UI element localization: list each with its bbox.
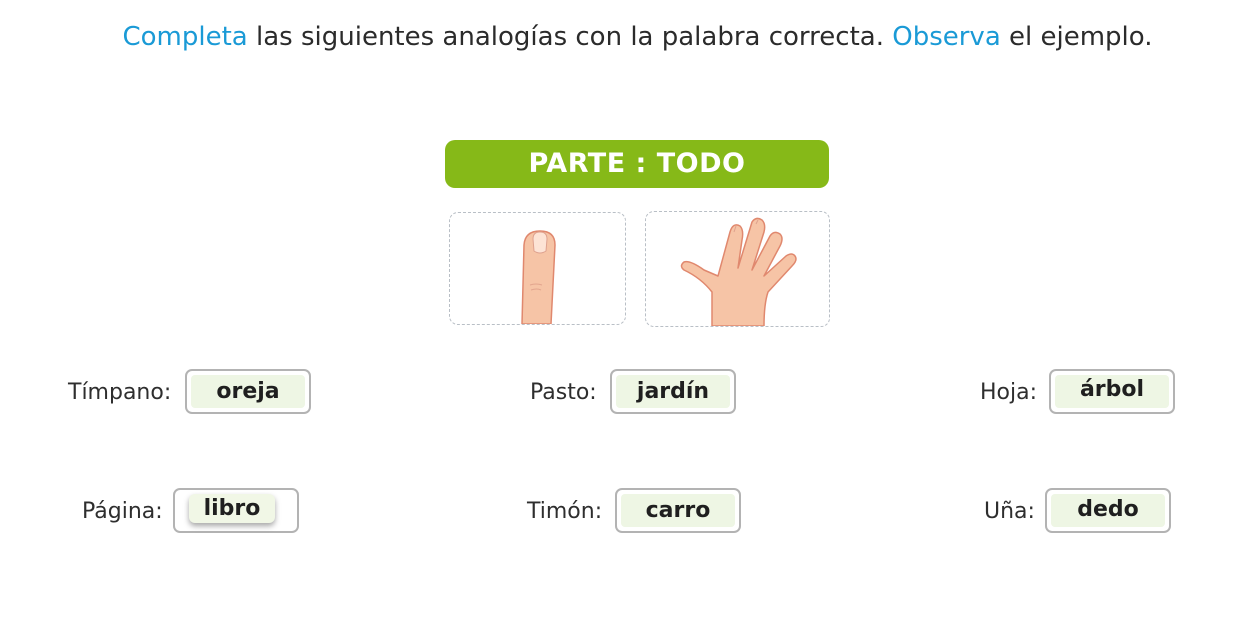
analogy-prompt-pasto: Pasto: bbox=[530, 380, 597, 405]
instruction-tail: el ejemplo. bbox=[1000, 22, 1153, 52]
hand-illustration bbox=[680, 217, 797, 326]
instruction-highlight-observe: Observa bbox=[892, 22, 1001, 52]
instruction-highlight-complete: Completa bbox=[122, 22, 248, 52]
answer-chip-libro[interactable]: libro bbox=[189, 494, 275, 523]
analogy-prompt-timpano: Tímpano: bbox=[68, 380, 172, 405]
analogy-prompt-pagina: Página: bbox=[82, 499, 163, 524]
analogy-prompt-hoja: Hoja: bbox=[980, 380, 1038, 405]
answer-box-timpano[interactable]: oreja bbox=[185, 369, 311, 414]
answer-chip-oreja[interactable]: oreja bbox=[191, 375, 305, 408]
example-image-finger bbox=[449, 212, 626, 325]
answer-box-una[interactable]: dedo bbox=[1045, 488, 1171, 533]
answer-chip-carro[interactable]: carro bbox=[621, 494, 735, 527]
instruction-body: las siguientes analogías con la palabra … bbox=[247, 22, 893, 52]
relation-banner: PARTE : TODO bbox=[445, 140, 829, 188]
answer-box-timon[interactable]: carro bbox=[615, 488, 741, 533]
finger-illustration bbox=[521, 230, 556, 324]
answer-box-hoja[interactable]: árbol bbox=[1049, 369, 1175, 414]
instruction-text: Completa las siguientes analogías con la… bbox=[0, 22, 1245, 52]
answer-chip-dedo[interactable]: dedo bbox=[1051, 494, 1165, 527]
answer-box-pagina[interactable]: libro bbox=[173, 488, 299, 533]
answer-chip-arbol[interactable]: árbol bbox=[1055, 375, 1169, 408]
example-image-hand bbox=[645, 211, 830, 327]
analogy-prompt-timon: Timón: bbox=[527, 499, 603, 524]
answer-box-pasto[interactable]: jardín bbox=[610, 369, 736, 414]
analogy-prompt-una: Uña: bbox=[984, 499, 1035, 524]
answer-chip-jardin[interactable]: jardín bbox=[616, 375, 730, 408]
